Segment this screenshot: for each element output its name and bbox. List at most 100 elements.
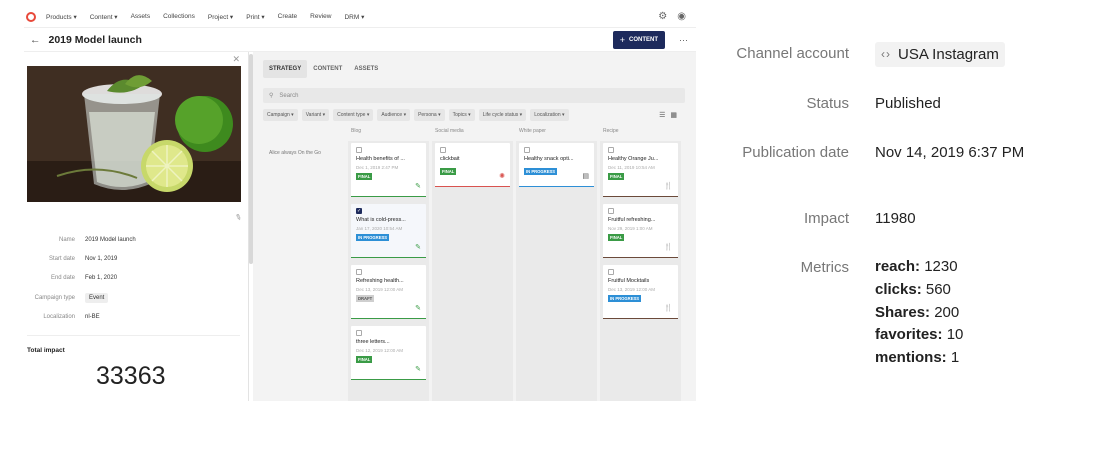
publication-date-row: Publication date Nov 14, 2019 6:37 PM [700, 144, 1100, 161]
content-card[interactable]: Fruitful refreshing... Nov 29, 2019 1:00… [603, 204, 678, 258]
document-icon: ▤ [582, 173, 589, 180]
channel-account-row: Channel account ‹› USA Instagram [700, 41, 1100, 67]
metrics-label: Metrics [800, 259, 849, 276]
filter-persona[interactable]: Persona ▾ [414, 109, 445, 121]
nav-assets[interactable]: Assets [131, 13, 151, 20]
nav-print[interactable]: Print ▾ [246, 13, 264, 21]
close-icon[interactable]: ✕ [232, 54, 240, 65]
content-card[interactable]: Health benefits of ... Dec 1, 2019 2:47 … [351, 143, 426, 197]
publication-date-label: Publication date [742, 144, 849, 161]
tab-strategy[interactable]: STRATEGY [263, 60, 308, 78]
board-column-social-media: clickbait FINAL ✺ [432, 141, 513, 401]
fork-knife-icon: 🍴 [664, 244, 673, 251]
board-column-blog: Health benefits of ... Dec 1, 2019 2:47 … [348, 141, 429, 401]
filter-topics[interactable]: Topics ▾ [448, 109, 475, 121]
filter-audience[interactable]: Audience ▾ [377, 109, 411, 121]
pencil-icon: ✎ [415, 244, 421, 251]
status-badge: FINAL [356, 356, 373, 363]
search-field[interactable]: ⚲ Search [263, 88, 685, 103]
card-checkbox[interactable] [524, 147, 530, 153]
fork-knife-icon: 🍴 [664, 183, 673, 190]
channel-account-chip[interactable]: ‹› USA Instagram [875, 41, 1005, 67]
fork-knife-icon: 🍴 [664, 305, 673, 312]
code-brackets-icon: ‹› [881, 47, 891, 61]
metric-mentions: mentions: 1 [875, 349, 960, 367]
nav-content[interactable]: Content ▾ [90, 13, 118, 21]
share-icon: ✺ [499, 173, 505, 180]
metric-reach: reach: 1230 [875, 258, 958, 275]
card-checkbox[interactable] [608, 208, 614, 214]
filter-content-type[interactable]: Content type ▾ [333, 109, 374, 121]
content-card[interactable]: Refreshing health... Dec 13, 2019 12:00 … [351, 265, 426, 319]
user-avatar-icon[interactable]: ◉ [677, 11, 686, 22]
card-checkbox[interactable] [356, 269, 362, 275]
tab-assets[interactable]: ASSETS [348, 60, 384, 78]
divider [27, 335, 240, 337]
content-card[interactable]: Fruitful Mocktails Dec 13, 2019 12:00 AM… [603, 265, 678, 319]
impact-row: Impact 11980 [700, 210, 1100, 227]
content-card[interactable]: ✓ What is cold-press... Jan 17, 2020 10:… [351, 204, 426, 258]
grid-view-icon[interactable]: ▦ [670, 112, 682, 119]
content-card[interactable]: clickbait FINAL ✺ [435, 143, 510, 187]
total-impact-label: Total impact [27, 347, 65, 355]
card-checkbox[interactable] [356, 147, 362, 153]
filter-bar: Campaign ▾ Variant ▾ Content type ▾ Audi… [263, 109, 696, 121]
column-header-white-paper: White paper [519, 128, 546, 134]
filter-variant[interactable]: Variant ▾ [301, 109, 330, 121]
add-content-button[interactable]: + CONTENT [612, 30, 665, 49]
top-navigation: Products ▾ Content ▾ Assets Collections … [24, 6, 696, 28]
persona-row-label: Alice always On the Go [269, 150, 321, 156]
content-card[interactable]: three letters... Dec 12, 2019 12:00 AM F… [351, 326, 426, 380]
metric-favorites: favorites: 10 [875, 326, 964, 344]
filter-life-cycle-status[interactable]: Life cycle status ▾ [478, 109, 527, 121]
tab-content[interactable]: CONTENT [307, 60, 348, 78]
page-title: 2019 Model launch [48, 33, 142, 46]
field-row-name: Name 2019 Model launch [58, 236, 136, 243]
filter-campaign[interactable]: Campaign ▾ [263, 109, 298, 121]
more-options-icon[interactable]: ··· [679, 35, 688, 45]
publication-detail-panel: Channel account ‹› USA Instagram Status … [700, 0, 1100, 452]
nav-collections[interactable]: Collections [163, 13, 195, 20]
pencil-icon: ✎ [415, 366, 421, 373]
nav-review[interactable]: Review [310, 13, 331, 20]
content-card[interactable]: Healthy snack opti... IN PROGRESS ▤ [519, 143, 594, 187]
nav-products[interactable]: Products ▾ [46, 13, 77, 21]
cocktail-photo [27, 66, 241, 202]
impact-label: Impact [803, 210, 849, 227]
status-badge: DRAFT [356, 295, 375, 302]
card-checkbox-checked[interactable]: ✓ [356, 208, 362, 214]
status-row: Status Published [700, 95, 1100, 112]
card-checkbox[interactable] [356, 330, 362, 336]
status-badge: FINAL [356, 173, 373, 180]
card-checkbox[interactable] [608, 269, 614, 275]
status-badge: FINAL [440, 168, 457, 175]
edit-image-pencil-icon[interactable]: ✎ [234, 212, 243, 223]
content-card[interactable]: Healthy Orange Ju... Dec 11, 2019 10:54 … [603, 143, 678, 197]
board-column-white-paper: Healthy snack opti... IN PROGRESS ▤ [516, 141, 597, 401]
nav-project[interactable]: Project ▾ [208, 13, 233, 21]
view-tabs: STRATEGY CONTENT ASSETS [263, 60, 696, 78]
campaign-fields: Name 2019 Model launch Start date Nov 1,… [27, 230, 248, 326]
nav-create[interactable]: Create [278, 13, 298, 20]
card-checkbox[interactable] [440, 147, 446, 153]
total-impact-value: 33363 [96, 362, 166, 391]
app-logo-icon[interactable] [26, 11, 36, 22]
column-header-blog: Blog [351, 128, 362, 134]
column-header-social-media: Social media [435, 128, 464, 134]
filter-localization[interactable]: Localization ▾ [530, 109, 569, 121]
field-row-start-date: Start date Nov 1, 2019 [48, 255, 118, 262]
status-badge: FINAL [608, 234, 625, 241]
status-badge: IN PROGRESS [356, 234, 390, 241]
pencil-icon: ✎ [415, 305, 421, 312]
pencil-icon: ✎ [415, 183, 421, 190]
nav-drm[interactable]: DRM ▾ [344, 13, 364, 21]
search-placeholder: Search [279, 92, 299, 99]
back-arrow-icon[interactable]: ← [30, 34, 41, 46]
metrics-list: reach: 1230 clicks: 560 Shares: 200 favo… [875, 256, 963, 370]
list-view-icon[interactable]: ☰ [659, 112, 670, 119]
campaign-type-badge: Event [85, 292, 109, 303]
field-row-localization: Localization nl-BE [43, 313, 100, 320]
metric-clicks: clicks: 560 [875, 280, 951, 298]
gear-icon[interactable]: ⚙ [658, 11, 667, 22]
card-checkbox[interactable] [608, 147, 614, 153]
